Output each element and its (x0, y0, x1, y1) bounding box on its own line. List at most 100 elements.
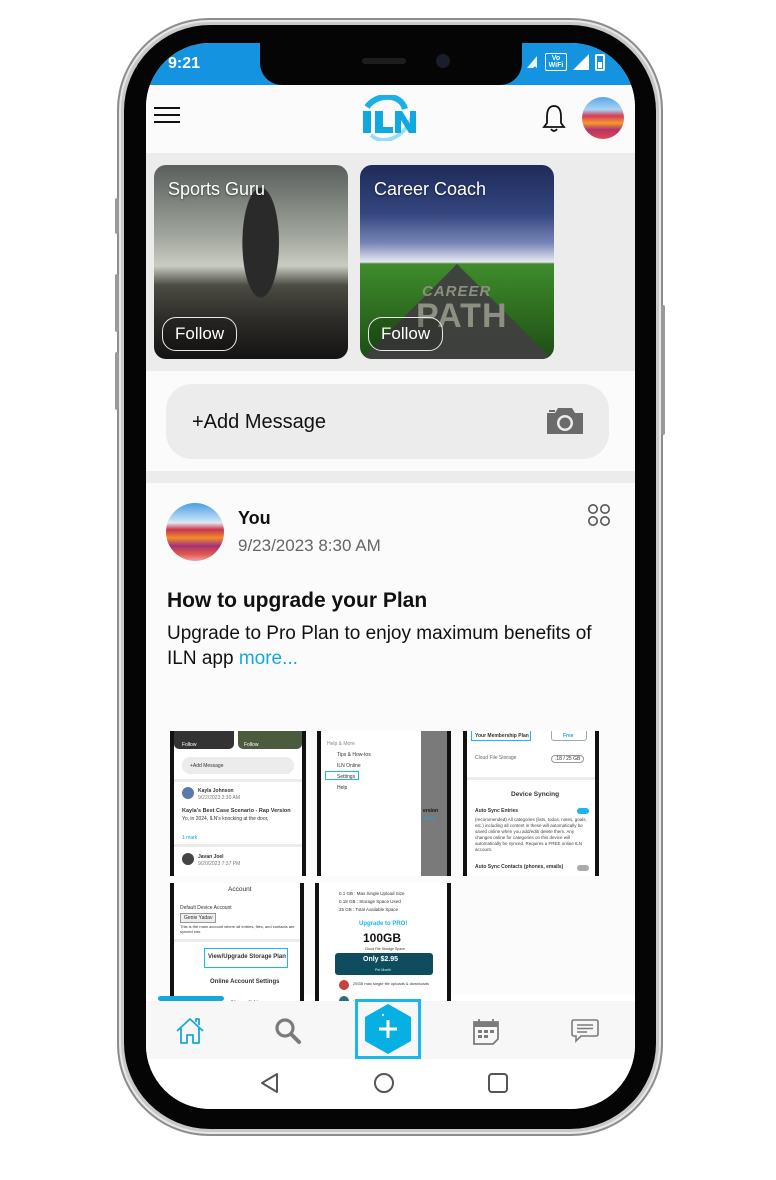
signal-icon (573, 54, 589, 70)
add-hexagon-icon (365, 1004, 411, 1054)
mini-likes: 1 mark (182, 835, 198, 841)
mini-stat: 0.1 GB : Max Single Upload Size (339, 891, 405, 896)
profile-avatar[interactable] (582, 97, 624, 139)
story-title: Sports Guru (168, 179, 266, 199)
home-icon (176, 1018, 204, 1044)
camera-icon[interactable] (545, 406, 585, 436)
mini-body: Yo, in 2024, ILN's knocking at the door, (182, 816, 269, 822)
mini-author: Kayla Johnson (198, 788, 234, 794)
volume-down-button (115, 352, 119, 410)
mini-time: 9/20/2023 7:37 PM (198, 861, 241, 867)
mini-feature: 25GB max single file uploads & downloads (353, 981, 429, 986)
mini-title: Kayla's Best Case Scenario - Rap Version (182, 808, 291, 814)
mini-plan-label: Your Membership Plan (475, 733, 529, 739)
mini-stat: 25 GB : Total Available Space (339, 907, 399, 912)
search-icon (275, 1018, 301, 1044)
bottom-navigation (146, 999, 635, 1059)
nav-home[interactable] (170, 1011, 210, 1051)
mini-account-heading: Account (228, 886, 252, 893)
stories-carousel: Sports Guru Follow CAREER PATH Career Co… (146, 153, 635, 371)
compose-section: +Add Message (146, 371, 635, 471)
mini-sync-desc: (recommended) All categories (lists, tod… (475, 817, 587, 852)
silent-switch (115, 198, 119, 234)
power-button (661, 305, 665, 435)
post-author[interactable]: You (238, 508, 271, 529)
calendar-icon (473, 1019, 499, 1045)
follow-button[interactable]: Follow (162, 317, 238, 351)
mini-bg-text: more... (423, 816, 439, 822)
story-card-sports-guru[interactable]: Sports Guru Follow (154, 165, 348, 359)
mini-menu-item: Help (337, 785, 348, 791)
front-camera (436, 54, 450, 68)
bell-icon[interactable] (542, 103, 566, 133)
follow-button[interactable]: Follow (368, 317, 444, 351)
add-message-input[interactable]: +Add Message (166, 384, 609, 459)
more-link[interactable]: more... (239, 648, 298, 669)
nav-messages[interactable] (565, 1011, 605, 1051)
post-title: How to upgrade your Plan (167, 589, 428, 612)
vowifi-top: Vo (551, 55, 561, 62)
back-icon[interactable] (258, 1071, 282, 1095)
mini-menu-item: Settings (337, 774, 356, 780)
vowifi-bottom: WiFi (548, 62, 564, 69)
mini-menu-item: Tips & How-tos (337, 752, 371, 758)
status-icons: Vo WiFi (525, 53, 605, 71)
camera-notch (260, 43, 522, 85)
mini-sync-heading: Device Syncing (511, 791, 560, 798)
home-circle-icon[interactable] (372, 1071, 396, 1095)
mini-plan-value: Free (563, 733, 574, 739)
volume-up-button (115, 274, 119, 332)
mini-price-period: Per Month (375, 968, 392, 972)
nav-calendar[interactable] (466, 1011, 506, 1051)
mini-account-desc: This is the main account where all entri… (180, 924, 295, 934)
mini-time: 9/22/2023 2:30 AM (198, 795, 240, 801)
mini-storage-label: Cloud File Storage (475, 755, 517, 761)
hamburger-menu-icon[interactable] (154, 107, 180, 127)
mini-follow: Follow (244, 742, 259, 748)
post-image-2[interactable]: Help & More Tips & How-tos ILN Online Se… (317, 731, 451, 876)
post-options-icon[interactable] (587, 503, 611, 527)
mini-storage-value: .18 / 25 GB (551, 755, 585, 763)
mini-storage-size: 100GB (363, 931, 402, 945)
mini-menu-item: ILN Online (337, 763, 361, 769)
post-body: Upgrade to Pro Plan to enjoy maximum ben… (167, 621, 617, 671)
mini-link: View/Upgrade Storage Plan (208, 954, 286, 960)
mini-storage-caption: Cloud File Storage Space (365, 947, 405, 951)
app-header (146, 85, 635, 153)
chat-icon (571, 1019, 599, 1043)
add-message-placeholder: +Add Message (192, 411, 326, 433)
section-divider (146, 471, 635, 483)
recents-icon[interactable] (486, 1071, 510, 1095)
story-card-career-coach[interactable]: CAREER PATH Career Coach Follow (360, 165, 554, 359)
status-time: 9:21 (168, 55, 201, 72)
story-title: Career Coach (374, 179, 487, 199)
mini-link: Online Account Settings (210, 979, 280, 985)
speaker-grille (362, 58, 406, 64)
post-image-1[interactable]: Follow Follow +Add Message Kayla Johnson… (170, 731, 306, 876)
post-image-3[interactable]: Your Membership Plan Free Cloud File Sto… (463, 731, 599, 876)
mini-add-message: +Add Message (190, 763, 224, 769)
mini-author: Javan Joel (198, 854, 224, 860)
post-author-avatar[interactable] (166, 503, 224, 561)
mini-upgrade-heading: Upgrade to PRO! (359, 921, 408, 927)
iln-logo (363, 95, 416, 141)
mini-sync-entries: Auto Sync Entries (475, 808, 519, 814)
battery-icon (595, 53, 605, 71)
mini-follow: Follow (182, 742, 197, 748)
phone-screen: 9:21 Vo WiFi Sports Guru Follow CAREER P… (146, 43, 635, 1109)
feed-post: You 9/23/2023 8:30 AM How to upgrade you… (146, 483, 635, 1031)
create-post-button[interactable] (355, 999, 421, 1059)
post-timestamp: 9/23/2023 8:30 AM (238, 536, 381, 555)
mini-bg-text: ersion (423, 808, 439, 814)
mini-sync-contacts: Auto Sync Contacts (phones, emails) (475, 864, 564, 870)
data-saver-icon (527, 56, 537, 70)
post-body-text: Upgrade to Pro Plan to enjoy maximum ben… (167, 623, 592, 669)
mini-stat: 0.18 GB : Storage Space Used (339, 899, 401, 904)
mini-default-label: Default Device Account (180, 905, 232, 911)
mini-account-name: Genie Yadav (180, 913, 217, 923)
system-navigation-bar (146, 1059, 635, 1109)
mini-section: Help & More (327, 741, 355, 747)
vowifi-icon: Vo WiFi (545, 53, 567, 71)
mini-price: Only $2.95 (363, 956, 399, 963)
nav-search[interactable] (268, 1011, 308, 1051)
